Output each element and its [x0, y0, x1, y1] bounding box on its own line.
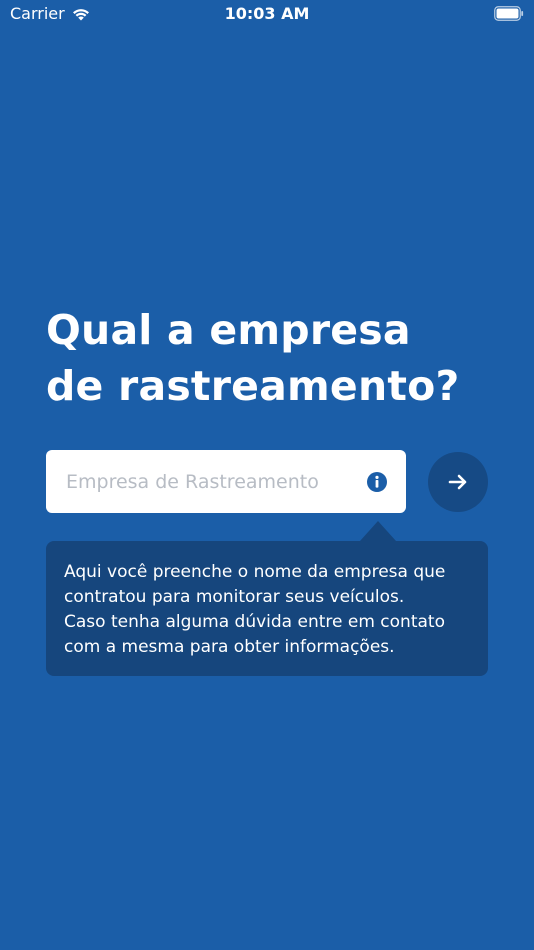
- next-button[interactable]: [428, 452, 488, 512]
- tooltip-line-1: Aqui você preenche o nome da empresa que: [64, 562, 446, 582]
- status-time: 10:03 AM: [224, 4, 310, 23]
- page-title: Qual a empresa de rastreamento?: [46, 302, 506, 414]
- tooltip-line-2: contratou para monitorar seus veículos.: [64, 587, 405, 607]
- status-bar: Carrier 10:03 AM: [0, 0, 534, 28]
- info-icon[interactable]: [366, 471, 388, 493]
- tooltip-line-3: Caso tenha alguma dúvida entre em contat…: [64, 612, 445, 632]
- company-input[interactable]: [64, 469, 358, 494]
- company-input-container[interactable]: [46, 450, 406, 513]
- tooltip-pointer: [360, 521, 396, 541]
- title-line-1: Qual a empresa: [46, 306, 411, 354]
- battery-icon: [494, 6, 524, 21]
- title-line-2: de rastreamento?: [46, 362, 460, 410]
- tooltip-line-4: com a mesma para obter informações.: [64, 637, 395, 657]
- arrow-right-icon: [448, 474, 467, 490]
- help-tooltip: Aqui você preenche o nome da empresa que…: [46, 541, 488, 676]
